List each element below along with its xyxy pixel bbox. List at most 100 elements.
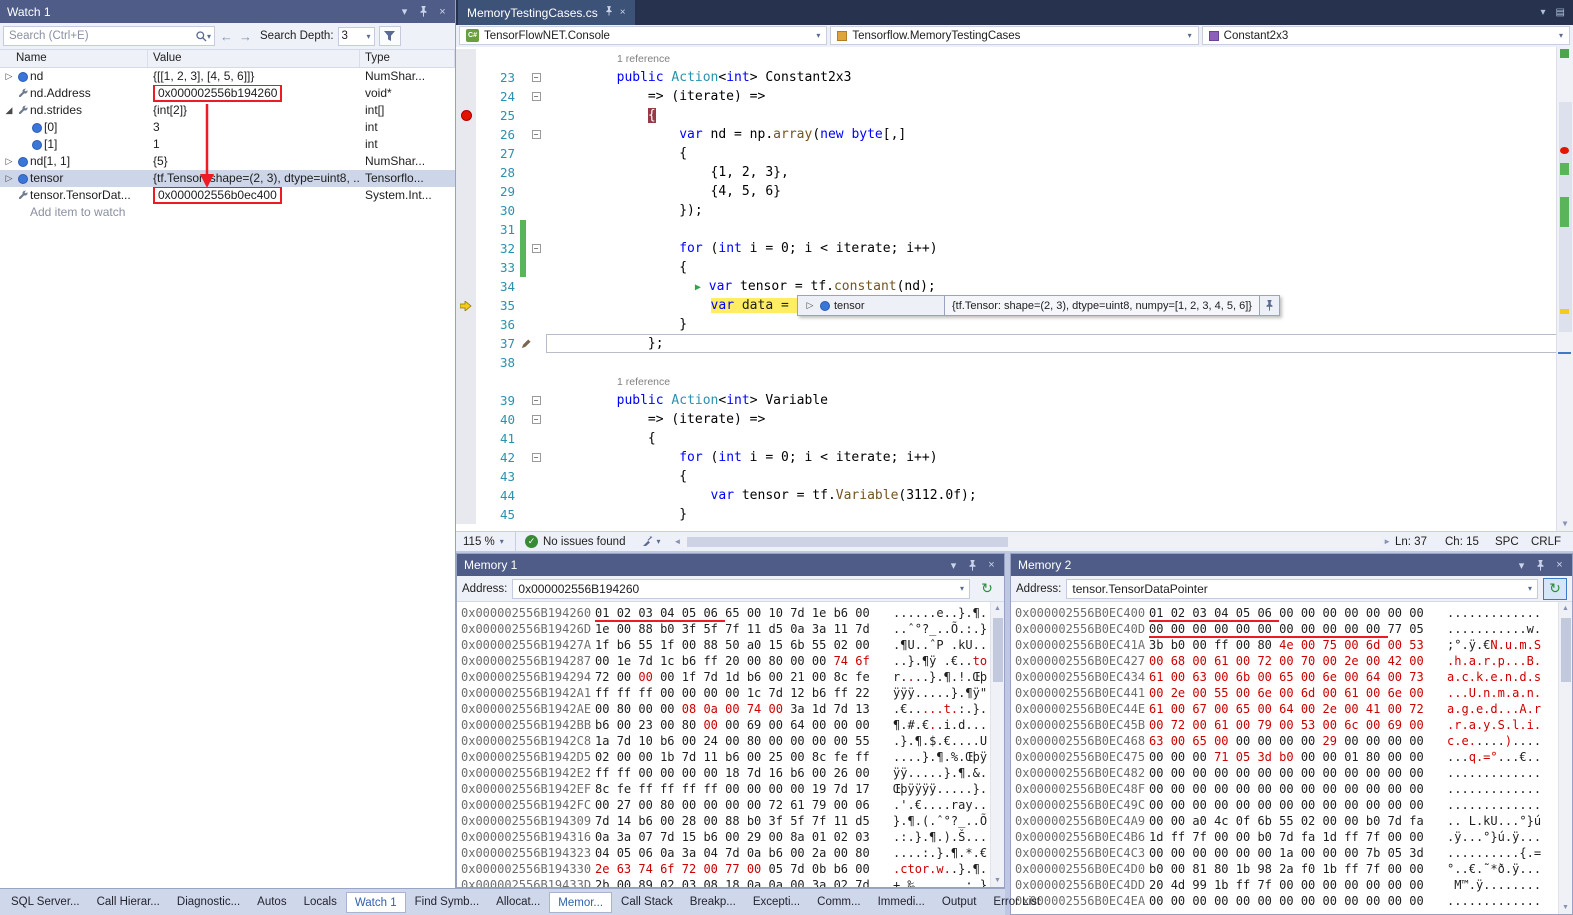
- indicator-margin[interactable]: [456, 391, 476, 410]
- code-area[interactable]: 1 reference23− public Action<int> Consta…: [456, 47, 1573, 531]
- column-header-value[interactable]: Value: [148, 50, 360, 67]
- memory-row[interactable]: 0x000002556B0EC4D0b0 00 81 80 1b 98 2a f…: [1015, 861, 1572, 877]
- indicator-margin[interactable]: [456, 258, 476, 277]
- indicator-margin[interactable]: [456, 163, 476, 182]
- column-header-name[interactable]: Name: [0, 50, 148, 67]
- scrollbar-thumb[interactable]: [1561, 618, 1571, 682]
- pin-icon[interactable]: [1532, 557, 1549, 573]
- indicator-margin[interactable]: [456, 201, 476, 220]
- memory-row[interactable]: 0x000002556B1943160a 3a 07 7d 15 b6 00 2…: [461, 829, 1004, 845]
- outlining-margin[interactable]: −: [526, 239, 546, 258]
- tool-window-tab[interactable]: Comm...: [809, 892, 868, 913]
- scroll-down-icon[interactable]: ▼: [1559, 901, 1572, 914]
- code-line[interactable]: 27 {: [456, 144, 1573, 163]
- outlining-margin[interactable]: [526, 277, 546, 296]
- memory-row[interactable]: 0x000002556B19433D2b 00 89 02 03 08 18 0…: [461, 877, 1004, 888]
- document-health-indicator[interactable]: ✓ No issues found: [516, 535, 634, 548]
- close-icon[interactable]: ×: [1551, 557, 1568, 573]
- tool-window-tab[interactable]: Breakp...: [682, 892, 744, 913]
- tool-window-tab[interactable]: Locals: [296, 892, 345, 913]
- editor-vertical-scrollbar[interactable]: ▲ ▼: [1556, 47, 1573, 531]
- code-line[interactable]: 1 reference: [456, 49, 1573, 68]
- outlining-margin[interactable]: [526, 144, 546, 163]
- outlining-margin[interactable]: −: [526, 125, 546, 144]
- datatip[interactable]: ▷ tensor {tf.Tensor: shape=(2, 3), dtype…: [797, 295, 1280, 316]
- memory-row[interactable]: 0x000002556B0EC4DD20 4d 99 1b ff 7f 00 0…: [1015, 877, 1572, 893]
- codelens-references[interactable]: 1 reference: [554, 373, 670, 391]
- indicator-margin[interactable]: [456, 220, 476, 239]
- add-watch-item-row[interactable]: Add item to watch: [0, 204, 455, 221]
- watch-titlebar[interactable]: Watch 1 ▾ ×: [0, 0, 455, 23]
- outlining-margin[interactable]: [526, 106, 546, 125]
- window-menu-icon[interactable]: ▾: [945, 557, 962, 573]
- memory-row[interactable]: 0x000002556B0EC47500 00 00 71 05 3d b0 0…: [1015, 749, 1572, 765]
- indicator-margin[interactable]: [456, 486, 476, 505]
- tool-window-tab[interactable]: Output: [934, 892, 985, 913]
- memory-row[interactable]: 0x000002556B0EC4C300 00 00 00 00 00 1a 0…: [1015, 845, 1572, 861]
- memory-row[interactable]: 0x000002556B0EC44100 2e 00 55 00 6e 00 6…: [1015, 685, 1572, 701]
- memory-row[interactable]: 0x000002556B0EC4EA00 00 00 00 00 00 00 0…: [1015, 893, 1572, 909]
- memory-row[interactable]: 0x000002556B0EC48F00 00 00 00 00 00 00 0…: [1015, 781, 1572, 797]
- outlining-margin[interactable]: [526, 353, 546, 372]
- scroll-up-icon[interactable]: ▲: [1559, 602, 1572, 615]
- code-line[interactable]: 40− => (iterate) =>: [456, 410, 1573, 429]
- outlining-margin[interactable]: [526, 201, 546, 220]
- memory-row[interactable]: 0x000002556B0EC4B61d ff 7f 00 00 b0 7d f…: [1015, 829, 1572, 845]
- window-options-icon[interactable]: ▤: [1556, 7, 1565, 18]
- tool-window-tab[interactable]: Watch 1: [346, 892, 406, 913]
- code-line[interactable]: 29 {4, 5, 6}: [456, 182, 1573, 201]
- indicator-margin[interactable]: [456, 239, 476, 258]
- tool-window-tab[interactable]: Find Symb...: [407, 892, 488, 913]
- outlining-margin[interactable]: [526, 220, 546, 239]
- indicator-margin[interactable]: [456, 315, 476, 334]
- collapse-icon[interactable]: −: [532, 396, 541, 405]
- collapse-icon[interactable]: −: [532, 453, 541, 462]
- memory-row[interactable]: 0x000002556B19426001 02 03 04 05 06 65 0…: [461, 605, 1004, 621]
- pin-icon[interactable]: [964, 557, 981, 573]
- project-dropdown[interactable]: C# TensorFlowNET.Console ▾: [459, 26, 827, 45]
- code-line[interactable]: 36 }: [456, 315, 1573, 334]
- datatip-name-box[interactable]: ▷ tensor: [797, 295, 945, 316]
- code-line[interactable]: 28 {1, 2, 3},: [456, 163, 1573, 182]
- code-line[interactable]: 42− for (int i = 0; i < iterate; i++): [456, 448, 1573, 467]
- datatip-pin-icon[interactable]: [1260, 295, 1280, 316]
- filter-watch-button[interactable]: [379, 26, 401, 46]
- outlining-margin[interactable]: −: [526, 410, 546, 429]
- code-line[interactable]: 41 {: [456, 429, 1573, 448]
- outlining-margin[interactable]: [526, 505, 546, 524]
- memory-row[interactable]: 0x000002556B19432304 05 06 0a 3a 04 7d 0…: [461, 845, 1004, 861]
- indicator-margin[interactable]: [456, 372, 476, 391]
- tool-window-tab[interactable]: Allocat...: [488, 892, 548, 913]
- code-line[interactable]: 44 var tensor = tf.Variable(3112.0f);: [456, 486, 1573, 505]
- memory-row[interactable]: 0x000002556B1942D502 00 00 1b 7d 11 b6 0…: [461, 749, 1004, 765]
- scroll-up-icon[interactable]: ▲: [991, 602, 1004, 615]
- memory2-address-input[interactable]: tensor.TensorDataPointer ▾: [1066, 579, 1538, 599]
- memory1-address-input[interactable]: 0x000002556B194260 ▾: [512, 579, 970, 599]
- code-line[interactable]: 31: [456, 220, 1573, 239]
- code-line[interactable]: 32− for (int i = 0; i < iterate; i++): [456, 239, 1573, 258]
- search-depth-select[interactable]: 3 ▾: [338, 27, 375, 46]
- code-line[interactable]: 30 });: [456, 201, 1573, 220]
- code-line[interactable]: 38: [456, 353, 1573, 372]
- memory1-hex-view[interactable]: 0x000002556B19426001 02 03 04 05 06 65 0…: [457, 602, 1004, 888]
- memory-row[interactable]: 0x000002556B19426D1e 00 88 b0 3f 5f 7f 1…: [461, 621, 1004, 637]
- memory-row[interactable]: 0x000002556B0EC46863 00 65 00 00 00 00 0…: [1015, 733, 1572, 749]
- tool-window-tab[interactable]: Call Hierar...: [89, 892, 168, 913]
- indicator-margin[interactable]: [456, 467, 476, 486]
- code-line[interactable]: 25 {: [456, 106, 1573, 125]
- outlining-margin[interactable]: [526, 486, 546, 505]
- scrollbar-thumb[interactable]: [993, 618, 1003, 682]
- indicator-margin[interactable]: [456, 49, 476, 68]
- outlining-margin[interactable]: −: [526, 448, 546, 467]
- code-line[interactable]: 37 };: [456, 334, 1573, 353]
- indicator-margin[interactable]: [456, 106, 476, 125]
- refresh-button[interactable]: ↻: [975, 578, 999, 600]
- watch-row[interactable]: tensor.TensorDat...0x000002556b0ec400Sys…: [0, 187, 455, 204]
- outlining-margin[interactable]: −: [526, 68, 546, 87]
- memory-row[interactable]: 0x000002556B1942EF8c fe ff ff ff ff 00 0…: [461, 781, 1004, 797]
- outlining-margin[interactable]: −: [526, 391, 546, 410]
- indicator-margin[interactable]: [456, 448, 476, 467]
- memory2-titlebar[interactable]: Memory 2 ▾ ×: [1011, 554, 1572, 576]
- outlining-margin[interactable]: [526, 429, 546, 448]
- tab-pin-icon[interactable]: [605, 6, 613, 19]
